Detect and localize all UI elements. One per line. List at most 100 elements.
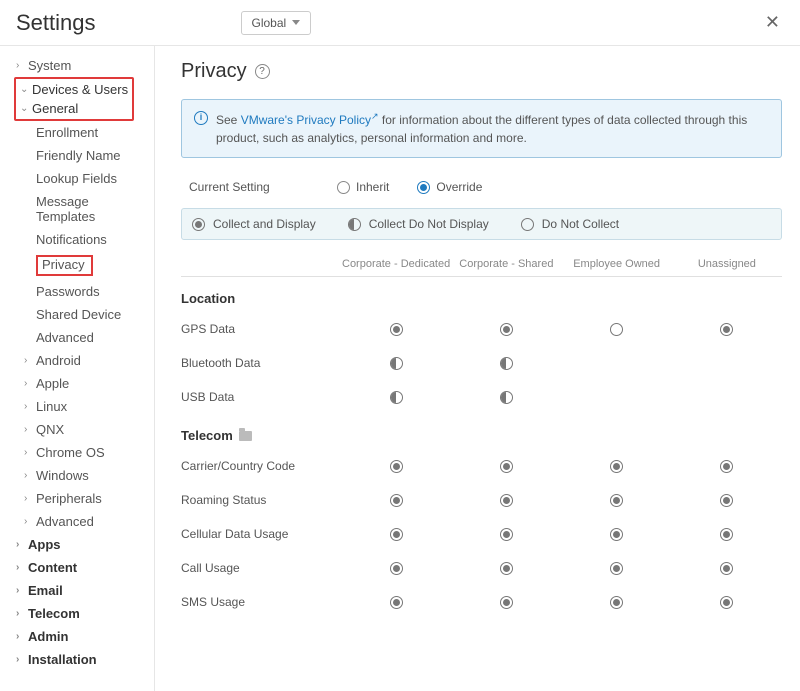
- sidebar-item-qnx[interactable]: ›QNX: [14, 418, 150, 441]
- external-link-icon: ↗: [371, 111, 379, 121]
- privacy-indicator[interactable]: [610, 596, 623, 609]
- sidebar-item-devices-users[interactable]: ⌄ Devices & Users: [18, 80, 130, 99]
- sidebar-item-peripherals[interactable]: ›Peripherals: [14, 487, 150, 510]
- sidebar-item-linux[interactable]: ›Linux: [14, 395, 150, 418]
- grid-header: Corporate - Dedicated Corporate - Shared…: [181, 252, 782, 277]
- privacy-indicator[interactable]: [390, 528, 403, 541]
- chevron-right-icon: ›: [24, 448, 32, 458]
- sidebar-item-shared-device[interactable]: Shared Device: [14, 303, 150, 326]
- sidebar-item-email[interactable]: ›Email: [14, 579, 150, 602]
- privacy-indicator[interactable]: [610, 494, 623, 507]
- privacy-row: Bluetooth Data: [181, 346, 782, 380]
- privacy-indicator[interactable]: [610, 323, 623, 336]
- privacy-indicator[interactable]: [390, 391, 403, 404]
- privacy-indicator[interactable]: [610, 460, 623, 473]
- privacy-indicator[interactable]: [720, 323, 733, 336]
- privacy-row: Carrier/Country Code: [181, 449, 782, 483]
- sidebar-item-admin[interactable]: ›Admin: [14, 625, 150, 648]
- privacy-indicator[interactable]: [500, 562, 513, 575]
- privacy-indicator[interactable]: [720, 562, 733, 575]
- privacy-indicator[interactable]: [500, 323, 513, 336]
- sidebar-item-notifications[interactable]: Notifications: [14, 228, 150, 251]
- row-label: Roaming Status: [181, 493, 341, 507]
- sidebar-item-apple[interactable]: ›Apple: [14, 372, 150, 395]
- highlight-privacy: Privacy: [36, 255, 93, 276]
- folder-icon: [239, 431, 252, 441]
- privacy-policy-link[interactable]: VMware's Privacy Policy↗: [241, 113, 379, 127]
- chevron-right-icon: ›: [16, 586, 24, 596]
- sidebar-item-advanced[interactable]: ›Advanced: [14, 510, 150, 533]
- chevron-right-icon: ›: [16, 540, 24, 550]
- privacy-row: Roaming Status: [181, 483, 782, 517]
- inherit-radio[interactable]: Inherit: [337, 180, 389, 194]
- privacy-indicator[interactable]: [500, 596, 513, 609]
- privacy-row: Cellular Data Usage: [181, 517, 782, 551]
- chevron-down-icon: ⌄: [20, 104, 28, 114]
- privacy-row: GPS Data: [181, 312, 782, 346]
- privacy-indicator[interactable]: [720, 494, 733, 507]
- privacy-row: SMS Usage: [181, 585, 782, 619]
- sidebar-item-windows[interactable]: ›Windows: [14, 464, 150, 487]
- chevron-down-icon: [292, 20, 300, 25]
- sidebar-item-android[interactable]: ›Android: [14, 349, 150, 372]
- chevron-right-icon: ›: [16, 655, 24, 665]
- indicator-full-icon: [192, 218, 205, 231]
- radio-icon-selected: [417, 181, 430, 194]
- chevron-right-icon: ›: [16, 61, 24, 71]
- privacy-info-banner: i See VMware's Privacy Policy↗ for infor…: [181, 99, 782, 158]
- sidebar-item-chrome-os[interactable]: ›Chrome OS: [14, 441, 150, 464]
- highlight-devices-general: ⌄ Devices & Users ⌄ General: [14, 77, 134, 121]
- sidebar-item-installation[interactable]: ›Installation: [14, 648, 150, 671]
- privacy-indicator[interactable]: [610, 562, 623, 575]
- sidebar-item-system[interactable]: › System: [14, 54, 150, 77]
- sidebar-item-general[interactable]: ⌄ General: [18, 99, 130, 118]
- sidebar: › System ⌄ Devices & Users ⌄ General Enr…: [0, 46, 155, 691]
- sidebar-item-content[interactable]: ›Content: [14, 556, 150, 579]
- sidebar-item-friendly-name[interactable]: Friendly Name: [14, 144, 150, 167]
- privacy-indicator[interactable]: [390, 460, 403, 473]
- content: Privacy ? i See VMware's Privacy Policy↗…: [155, 46, 800, 691]
- privacy-indicator[interactable]: [610, 528, 623, 541]
- sidebar-item-apps[interactable]: ›Apps: [14, 533, 150, 556]
- legend-no-collect: Do Not Collect: [521, 217, 619, 231]
- privacy-indicator[interactable]: [720, 528, 733, 541]
- privacy-indicator[interactable]: [500, 494, 513, 507]
- page-title: Privacy: [181, 60, 247, 83]
- sidebar-item-lookup-fields[interactable]: Lookup Fields: [14, 167, 150, 190]
- indicator-empty-icon: [521, 218, 534, 231]
- help-icon[interactable]: ?: [255, 64, 270, 79]
- sidebar-item-message-templates[interactable]: Message Templates: [14, 190, 150, 228]
- row-label: Carrier/Country Code: [181, 459, 341, 473]
- close-icon[interactable]: ✕: [761, 8, 784, 37]
- privacy-indicator[interactable]: [390, 357, 403, 370]
- scope-label: Global: [252, 16, 287, 30]
- legend-collect-display: Collect and Display: [192, 217, 316, 231]
- sidebar-item-privacy[interactable]: Privacy: [14, 251, 150, 280]
- sidebar-item-telecom[interactable]: ›Telecom: [14, 602, 150, 625]
- override-radio[interactable]: Override: [417, 180, 482, 194]
- sidebar-item-advanced[interactable]: Advanced: [14, 326, 150, 349]
- row-label: Call Usage: [181, 561, 341, 575]
- privacy-indicator[interactable]: [390, 562, 403, 575]
- privacy-indicator[interactable]: [720, 596, 733, 609]
- row-label: USB Data: [181, 390, 341, 404]
- row-label: GPS Data: [181, 322, 341, 336]
- legend-collect-no-display: Collect Do Not Display: [348, 217, 489, 231]
- sidebar-item-enrollment[interactable]: Enrollment: [14, 121, 150, 144]
- privacy-indicator[interactable]: [390, 596, 403, 609]
- privacy-indicator[interactable]: [500, 460, 513, 473]
- current-setting-label: Current Setting: [189, 180, 309, 194]
- privacy-indicator[interactable]: [390, 494, 403, 507]
- indicator-half-icon: [348, 218, 361, 231]
- chevron-right-icon: ›: [24, 471, 32, 481]
- chevron-right-icon: ›: [16, 609, 24, 619]
- chevron-right-icon: ›: [24, 356, 32, 366]
- privacy-indicator[interactable]: [720, 460, 733, 473]
- scope-selector[interactable]: Global: [241, 11, 312, 35]
- privacy-indicator[interactable]: [390, 323, 403, 336]
- privacy-indicator[interactable]: [500, 528, 513, 541]
- sidebar-item-passwords[interactable]: Passwords: [14, 280, 150, 303]
- chevron-right-icon: ›: [24, 517, 32, 527]
- privacy-indicator[interactable]: [500, 357, 513, 370]
- privacy-indicator[interactable]: [500, 391, 513, 404]
